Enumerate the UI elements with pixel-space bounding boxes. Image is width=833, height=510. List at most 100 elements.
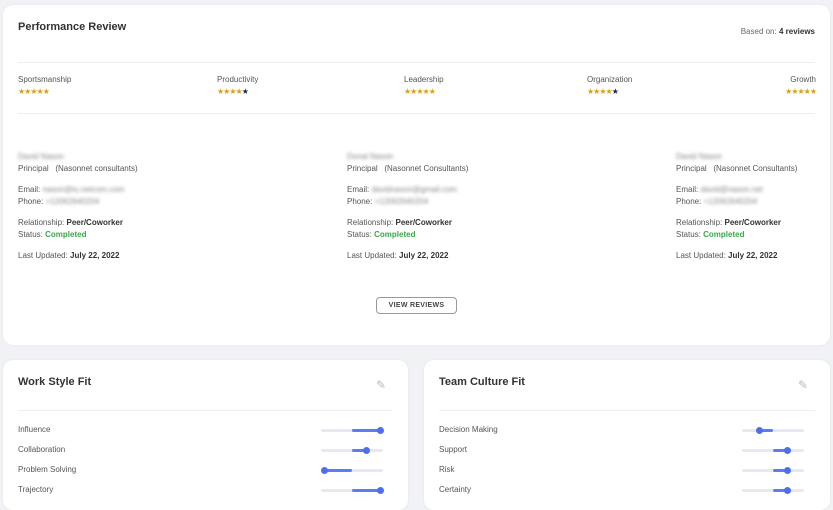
relationship-label: Relationship: — [18, 218, 65, 227]
star-rating: ★★★★★ — [587, 87, 632, 96]
reviewer-phone: Phone: +12062640204 — [18, 196, 138, 208]
fit-label: Certainty — [439, 485, 472, 494]
slider-handle[interactable] — [362, 447, 370, 454]
fit-label: Decision Making — [439, 425, 498, 434]
reviewer-card: David Nason Principal (Nasonnet consulta… — [18, 151, 138, 262]
updated-value: July 22, 2022 — [399, 251, 449, 260]
card-title: Team Culture Fit — [439, 376, 525, 388]
slider-handle[interactable] — [376, 487, 384, 494]
rating-label: Growth — [790, 75, 816, 84]
star-icon: ★ — [428, 87, 436, 96]
star-rating: ★★★★★ — [18, 87, 71, 96]
divider — [18, 113, 815, 114]
slider-handle[interactable] — [783, 467, 791, 474]
status-label: Status: — [347, 230, 372, 239]
rating-organization: Organization ★★★★★ — [587, 75, 632, 96]
role: Principal — [347, 164, 378, 173]
phone-value: +12062640204 — [703, 197, 758, 206]
role: Principal — [676, 164, 707, 173]
rating-label: Sportsmanship — [18, 75, 72, 84]
slider-handle[interactable] — [376, 427, 384, 434]
reviewer-card: David Nason Principal (Nasonnet Consulta… — [676, 151, 797, 262]
edit-pencil-icon[interactable]: ✎ — [376, 378, 386, 392]
rating-leadership: Leadership ★★★★★ — [404, 75, 444, 96]
reviewer-updated: Last Updated: July 22, 2022 — [676, 250, 797, 262]
fit-label: Risk — [439, 465, 455, 474]
reviewer-relationship: Relationship: Peer/Coworker — [676, 217, 797, 229]
reviewer-updated: Last Updated: July 22, 2022 — [18, 250, 138, 262]
email-label: Email: — [18, 185, 41, 194]
status-label: Status: — [676, 230, 701, 239]
email-value: nason@iu.netcom.com — [42, 185, 125, 194]
phone-value: +12062640204 — [45, 197, 100, 206]
reviewer-card: Donal Nason Principal (Nasonnet Consulta… — [347, 151, 468, 262]
slider-handle[interactable] — [783, 487, 791, 494]
phone-label: Phone: — [676, 197, 702, 206]
fit-slider-trajectory[interactable] — [321, 487, 384, 494]
company: (Nasonnet consultants) — [55, 164, 138, 173]
fit-slider-support[interactable] — [742, 447, 804, 454]
edit-pencil-icon[interactable]: ✎ — [798, 378, 808, 392]
based-on-value: 4 reviews — [778, 27, 815, 36]
status-value: Completed — [703, 230, 745, 239]
reviewer-updated: Last Updated: July 22, 2022 — [347, 250, 468, 262]
star-rating: ★★★★★ — [785, 87, 817, 96]
reviewer-name: Donal Nason — [347, 152, 394, 161]
divider — [18, 410, 393, 411]
phone-label: Phone: — [18, 197, 44, 206]
status-label: Status: — [18, 230, 43, 239]
view-reviews-button[interactable]: VIEW REVIEWS — [376, 297, 457, 314]
phone-value: +12062640204 — [374, 197, 429, 206]
status-value: Completed — [374, 230, 416, 239]
fit-slider-decision-making[interactable] — [742, 427, 804, 434]
work-style-fit-card: Work Style Fit ✎ Influence Collaboration P… — [3, 360, 408, 510]
divider — [439, 410, 815, 411]
fit-label: Collaboration — [18, 445, 66, 454]
based-on: Based on: 4 reviews — [741, 27, 815, 36]
updated-value: July 22, 2022 — [728, 251, 778, 260]
fit-label: Support — [439, 445, 468, 454]
reviewer-phone: Phone: +12062640204 — [347, 196, 468, 208]
email-label: Email: — [676, 185, 699, 194]
relationship-label: Relationship: — [676, 218, 723, 227]
reviewer-email: Email: davidnason@gmail.com — [347, 184, 468, 196]
status-value: Completed — [45, 230, 87, 239]
reviewer-role: Principal (Nasonnet consultants) — [18, 163, 138, 175]
fit-slider-influence[interactable] — [321, 427, 384, 434]
rating-label: Productivity — [217, 75, 259, 84]
star-rating: ★★★★★ — [404, 87, 444, 96]
star-icon: ★ — [809, 87, 817, 96]
fit-slider-risk[interactable] — [742, 467, 804, 474]
divider — [18, 62, 815, 63]
star-icon: ★ — [42, 87, 50, 96]
reviewer-name: David Nason — [18, 152, 64, 161]
updated-label: Last Updated: — [18, 251, 68, 260]
reviewer-relationship: Relationship: Peer/Coworker — [347, 217, 468, 229]
slider-handle[interactable] — [320, 467, 328, 474]
email-value: davidnason@gmail.com — [371, 185, 457, 194]
updated-label: Last Updated: — [347, 251, 397, 260]
updated-label: Last Updated: — [676, 251, 726, 260]
reviewer-status: Status: Completed — [676, 229, 797, 241]
updated-value: July 22, 2022 — [70, 251, 120, 260]
relationship-value: Peer/Coworker — [66, 218, 123, 227]
reviewer-email: Email: nason@iu.netcom.com — [18, 184, 138, 196]
reviewer-role: Principal (Nasonnet Consultants) — [347, 163, 468, 175]
fit-slider-collaboration[interactable] — [321, 447, 383, 454]
rating-growth: Growth ★★★★★ — [785, 75, 817, 96]
role: Principal — [18, 164, 49, 173]
fit-slider-problem-solving[interactable] — [320, 467, 383, 474]
card-title: Performance Review — [18, 21, 127, 33]
reviewer-email: Email: david@nason.net — [676, 184, 797, 196]
slider-handle[interactable] — [755, 427, 763, 434]
phone-label: Phone: — [347, 197, 373, 206]
fit-slider-certainty[interactable] — [742, 487, 804, 494]
star-rating: ★★★★★ — [217, 87, 258, 96]
rating-label: Leadership — [404, 75, 444, 84]
fit-label: Trajectory — [18, 485, 54, 494]
slider-fill — [324, 469, 352, 472]
company: (Nasonnet Consultants) — [713, 164, 798, 173]
email-label: Email: — [347, 185, 370, 194]
reviewer-role: Principal (Nasonnet Consultants) — [676, 163, 797, 175]
slider-handle[interactable] — [783, 447, 791, 454]
